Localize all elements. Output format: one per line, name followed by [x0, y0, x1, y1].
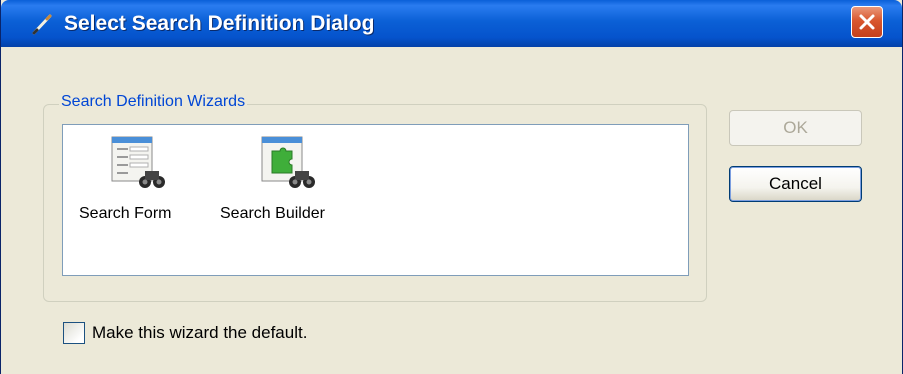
search-builder-icon: [260, 135, 322, 198]
wizards-group-legend: Search Definition Wizards: [59, 93, 248, 111]
ok-button[interactable]: OK: [729, 110, 862, 146]
search-form-icon: [110, 135, 172, 198]
pencil-icon: [31, 12, 53, 36]
default-wizard-checkbox-label[interactable]: Make this wizard the default.: [92, 323, 307, 343]
wizard-item-label: Search Form: [79, 205, 172, 222]
default-wizard-checkbox[interactable]: [63, 322, 85, 344]
wizard-item-label: Search Builder: [220, 205, 325, 222]
wizard-list[interactable]: Search Form Search Builder: [62, 124, 689, 276]
dialog-title: Select Search Definition Dialog: [64, 12, 375, 35]
title-bar[interactable]: Select Search Definition Dialog: [1, 0, 902, 47]
dialog-window: Select Search Definition Dialog Search D…: [0, 0, 903, 374]
close-button[interactable]: [851, 6, 883, 38]
close-icon: [859, 14, 875, 30]
cancel-button[interactable]: Cancel: [729, 166, 862, 202]
